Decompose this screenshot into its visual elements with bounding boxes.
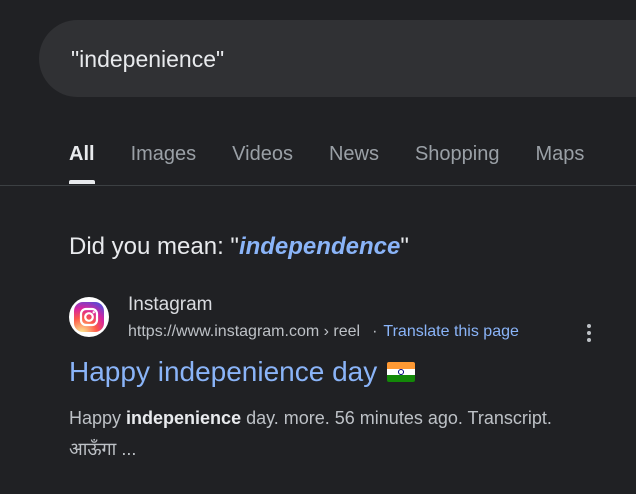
result-snippet: Happy indepenience day. more. 56 minutes… (69, 403, 636, 465)
snippet-line-2: आऊँगा ... (69, 439, 137, 459)
more-options-icon[interactable] (583, 322, 595, 344)
did-you-mean: Did you mean: "independence" (69, 233, 409, 261)
result-url-line: https://www.instagram.com › reel · Trans… (128, 323, 519, 341)
search-results-page: All Images Videos News Shopping Maps Did… (0, 0, 636, 494)
search-bar[interactable] (39, 20, 636, 97)
search-tabs: All Images Videos News Shopping Maps (69, 140, 620, 186)
india-flag-icon (387, 362, 416, 382)
instagram-icon[interactable] (69, 297, 109, 337)
spelling-suggestion-link[interactable]: independence (239, 233, 400, 260)
result-title-link[interactable]: Happy indepenience day (69, 356, 416, 388)
snippet-text-after: day. more. 56 minutes ago. Transcript. (241, 408, 552, 428)
result-title-text[interactable]: Happy indepenience day (69, 356, 377, 388)
tab-maps[interactable]: Maps (536, 140, 585, 186)
tab-shopping[interactable]: Shopping (415, 140, 500, 186)
did-you-mean-prefix: Did you mean: " (69, 233, 239, 260)
snippet-highlight: indepenience (126, 408, 242, 428)
search-input[interactable] (71, 46, 571, 73)
separator-dot: · (372, 323, 378, 340)
translate-link[interactable]: Translate this page (383, 323, 518, 341)
tab-all[interactable]: All (69, 140, 95, 186)
tab-news[interactable]: News (329, 140, 379, 186)
snippet-text-before: Happy (69, 408, 127, 428)
result-url[interactable]: https://www.instagram.com › reel (128, 323, 360, 341)
tab-videos[interactable]: Videos (232, 140, 293, 186)
tabs-divider (0, 185, 636, 186)
result-source-name[interactable]: Instagram (128, 294, 212, 316)
did-you-mean-suffix: " (400, 233, 409, 260)
tab-images[interactable]: Images (131, 140, 197, 186)
